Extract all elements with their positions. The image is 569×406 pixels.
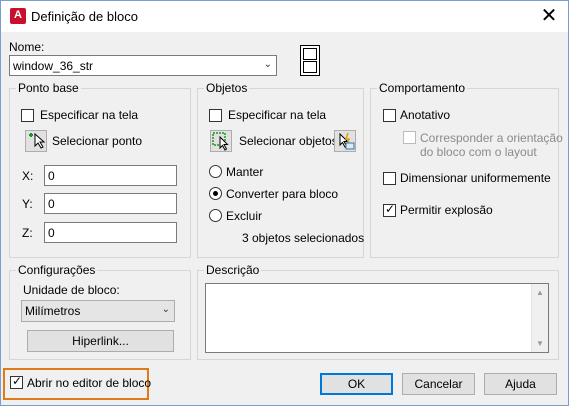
block-preview-icon xyxy=(300,45,320,76)
objects-specify-label: Especificar na tela xyxy=(228,108,327,122)
pick-point-icon xyxy=(29,132,46,149)
scroll-down-icon[interactable]: ▼ xyxy=(536,339,544,348)
pick-point-label: Selecionar ponto xyxy=(52,134,143,148)
name-value: window_36_str xyxy=(13,59,94,73)
chevron-down-icon: ⌄ xyxy=(263,59,272,70)
select-objects-label: Selecionar objetos xyxy=(239,134,338,148)
x-value: 0 xyxy=(48,169,55,183)
close-button[interactable]: ✕ xyxy=(535,4,563,28)
block-definition-dialog: A Definição de bloco ✕ Nome: window_36_s… xyxy=(0,0,569,406)
settings-title: Configurações xyxy=(16,263,98,277)
base-specify-checkbox[interactable] xyxy=(21,109,34,122)
quick-select-icon xyxy=(339,132,355,150)
pick-point-button[interactable] xyxy=(25,130,47,152)
objects-title: Objetos xyxy=(204,81,250,95)
description-title: Descrição xyxy=(204,263,262,277)
x-label: X: xyxy=(22,169,34,183)
allow-exploding-checkbox[interactable] xyxy=(383,202,396,217)
help-button[interactable]: Ajuda xyxy=(484,373,557,395)
select-objects-button[interactable] xyxy=(210,130,232,152)
unit-label: Unidade de bloco: xyxy=(23,283,120,297)
hyperlink-button[interactable]: Hiperlink... xyxy=(27,330,174,352)
quick-select-button[interactable] xyxy=(334,130,356,152)
unit-value: Milímetros xyxy=(25,304,81,318)
z-input[interactable]: 0 xyxy=(44,222,177,243)
name-label: Nome: xyxy=(9,40,45,54)
help-label: Ajuda xyxy=(505,377,536,391)
base-specify-label: Especificar na tela xyxy=(40,108,139,122)
y-input[interactable]: 0 xyxy=(44,193,177,214)
behavior-title: Comportamento xyxy=(377,81,468,95)
cancel-label: Cancelar xyxy=(414,377,463,391)
retain-radio[interactable] xyxy=(209,165,222,178)
selected-count: 3 objetos selecionados xyxy=(242,231,365,245)
description-scrollbar[interactable]: ▲ ▼ xyxy=(531,284,548,352)
match-orientation-label-1: Corresponder a orientação xyxy=(420,131,563,145)
ok-button[interactable]: OK xyxy=(320,373,393,395)
annotative-checkbox[interactable] xyxy=(383,109,396,122)
convert-radio[interactable] xyxy=(209,187,222,200)
z-value: 0 xyxy=(48,226,55,240)
allow-exploding-label: Permitir explosão xyxy=(400,203,493,217)
description-textarea[interactable]: ▲ ▼ xyxy=(205,283,549,353)
select-objects-icon xyxy=(212,132,229,151)
match-orientation-checkbox[interactable] xyxy=(403,131,416,144)
delete-radio[interactable] xyxy=(209,209,222,222)
scale-uniformly-checkbox[interactable] xyxy=(383,172,396,185)
title-bar: A Definição de bloco ✕ xyxy=(1,1,568,32)
ok-label: OK xyxy=(347,377,366,391)
name-combobox[interactable]: window_36_str ⌄ xyxy=(9,55,277,76)
annotative-label: Anotativo xyxy=(400,108,451,122)
base-point-title: Ponto base xyxy=(16,81,81,95)
objects-specify-checkbox[interactable] xyxy=(209,109,222,122)
window-title: Definição de bloco xyxy=(31,9,138,24)
y-value: 0 xyxy=(48,197,55,211)
match-orientation-label-2: do bloco com o layout xyxy=(420,145,537,159)
scroll-up-icon[interactable]: ▲ xyxy=(536,288,544,297)
convert-label: Converter para bloco xyxy=(226,187,339,201)
chevron-down-icon: ⌄ xyxy=(161,304,170,315)
y-label: Y: xyxy=(22,197,33,211)
cancel-button[interactable]: Cancelar xyxy=(402,373,475,395)
delete-label: Excluir xyxy=(226,209,263,223)
open-in-editor-label: Abrir no editor de bloco xyxy=(27,376,152,390)
scale-uniformly-label: Dimensionar uniformemente xyxy=(400,171,551,185)
x-input[interactable]: 0 xyxy=(44,165,177,186)
z-label: Z: xyxy=(22,226,33,240)
retain-label: Manter xyxy=(226,165,264,179)
hyperlink-label: Hiperlink... xyxy=(72,334,129,348)
open-in-editor-checkbox[interactable] xyxy=(10,374,23,389)
unit-dropdown[interactable]: Milímetros ⌄ xyxy=(21,300,175,322)
autocad-app-icon: A xyxy=(10,8,26,24)
